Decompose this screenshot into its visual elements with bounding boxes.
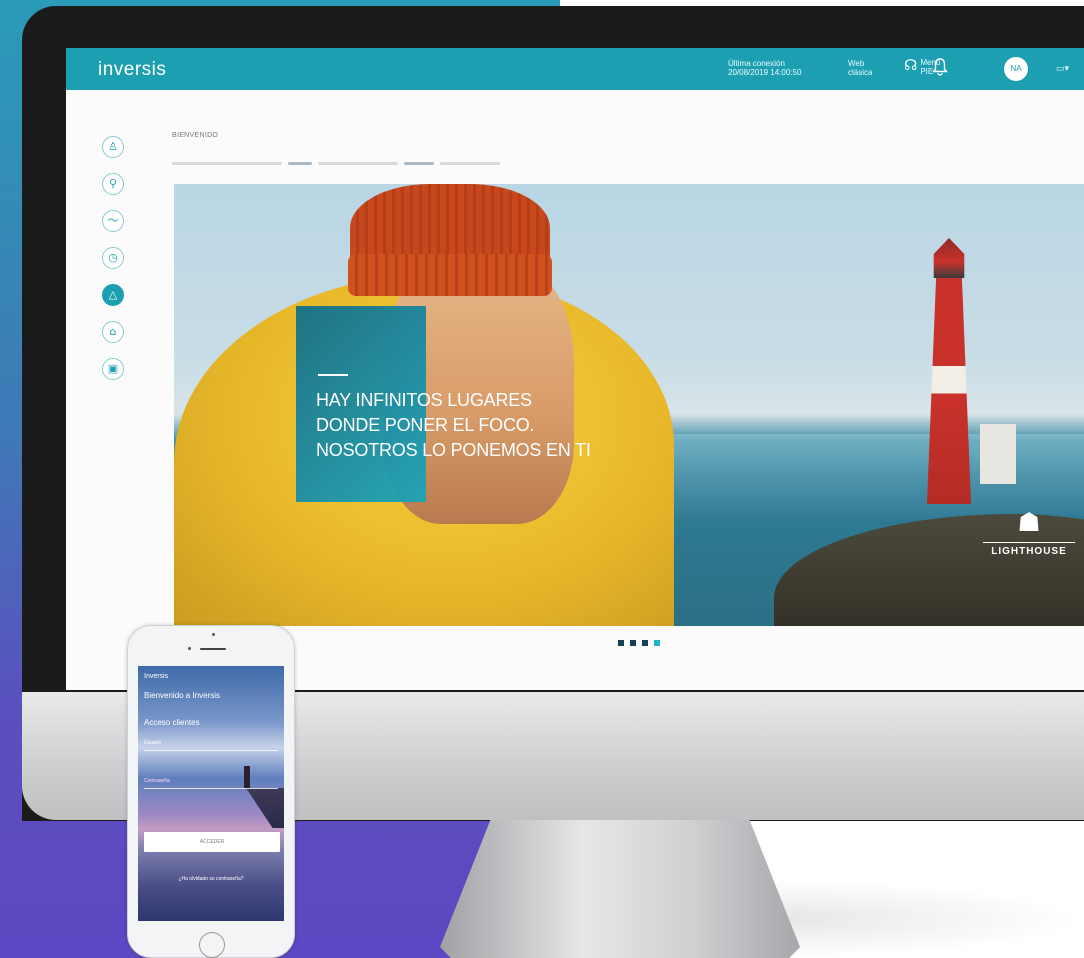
lighthouse-logo: ☗ LIGHTHOUSE [974, 508, 1084, 557]
hero-lighthouse [926, 274, 972, 504]
portfolio-icon: ⚲ [108, 177, 118, 190]
sidebar: ♙ ⚲ 〜 ◷ △ ⌂ ▣ [102, 136, 128, 395]
phone-sensor [188, 647, 191, 650]
monitor-stand [440, 820, 800, 958]
phone-bg-tower [244, 766, 250, 788]
phone-password-label: Contraseña [144, 778, 170, 784]
phone-bg-pier [246, 788, 284, 828]
carousel-dot-active[interactable] [654, 640, 660, 646]
chart-icon: 〜 [107, 214, 119, 227]
notifications-bell-icon[interactable] [932, 58, 948, 81]
phone-app-title: Inversis [144, 673, 169, 680]
inversis-logo[interactable]: inversis [98, 59, 166, 81]
phone-home-button[interactable] [199, 932, 225, 958]
last-connection-date: 20/08/2019 14:00:50 [728, 68, 802, 77]
lighthouse-brand: LIGHTHOUSE [991, 546, 1067, 557]
phone-welcome: Bienvenido a Inversis [144, 691, 221, 700]
phone-forgot-password-link[interactable]: ¿Ha olvidado su contraseña? [138, 876, 284, 882]
monitor-icon: ▣ [107, 362, 119, 375]
greeting-placeholder-bar [172, 162, 502, 165]
clock-icon: ◷ [108, 251, 118, 264]
lighthouse-divider [983, 542, 1075, 543]
sidebar-item-alerts[interactable]: △ [102, 284, 124, 306]
top-bar: inversis Última conexión 20/08/2019 14:0… [66, 48, 1084, 90]
carousel-dots [618, 640, 660, 646]
hero-headline-line2: DONDE PONER EL FOCO. [316, 415, 535, 435]
user-avatar[interactable]: NA [1004, 57, 1028, 81]
hero-banner[interactable]: HAY INFINITOS LUGARES DONDE PONER EL FOC… [174, 184, 1084, 626]
hero-overlay-dash [318, 374, 348, 376]
alert-icon: △ [108, 288, 118, 301]
hero-headline: HAY INFINITOS LUGARES DONDE PONER EL FOC… [316, 388, 696, 463]
sidebar-item-markets[interactable]: 〜 [102, 210, 124, 232]
hero-lighthouse-top [933, 238, 965, 278]
web-clasica-line1: Web [848, 59, 865, 68]
page-greeting: BIENVENIDO [172, 132, 219, 139]
sidebar-item-portfolio[interactable]: ⚲ [102, 173, 124, 195]
sidebar-item-monitor[interactable]: ▣ [102, 358, 124, 380]
web-clasica-line2: clásica [848, 68, 873, 77]
last-connection-label: Última conexión [728, 59, 785, 68]
phone-user-field[interactable] [144, 750, 278, 751]
language-selector[interactable]: ▭▾ [1056, 63, 1069, 74]
hero-beanie-band [348, 254, 552, 296]
phone-access-title: Acceso clientes [144, 718, 200, 727]
phone-login-button[interactable]: ACCEDER [144, 832, 280, 852]
pie-icon: ☊ [904, 56, 918, 74]
phone-camera [212, 633, 215, 636]
building-icon: ⌂ [109, 325, 117, 338]
hero-headline-line3: NOSOTROS LO PONEMOS EN TI [316, 440, 591, 460]
phone-password-field[interactable] [144, 788, 278, 789]
sidebar-item-profile[interactable]: ♙ [102, 136, 124, 158]
carousel-dot[interactable] [642, 640, 648, 646]
hero-headline-line1: HAY INFINITOS LUGARES [316, 390, 532, 410]
carousel-dot[interactable] [618, 640, 624, 646]
sidebar-item-building[interactable]: ⌂ [102, 321, 124, 343]
lighthouse-icon: ☗ [1017, 508, 1041, 538]
sidebar-item-history[interactable]: ◷ [102, 247, 124, 269]
person-icon: ♙ [108, 140, 118, 153]
phone-user-label: Usuario [144, 740, 162, 746]
hero-house [980, 424, 1016, 484]
phone-screen: Inversis Bienvenido a Inversis Acceso cl… [138, 666, 284, 921]
phone-speaker [200, 648, 226, 650]
phone-mockup: Inversis Bienvenido a Inversis Acceso cl… [127, 625, 295, 958]
monitor-screen: inversis Última conexión 20/08/2019 14:0… [66, 48, 1084, 690]
last-connection: Última conexión 20/08/2019 14:00:50 [728, 59, 801, 77]
carousel-dot[interactable] [630, 640, 636, 646]
web-clasica-link[interactable]: Web clásica [848, 59, 872, 77]
